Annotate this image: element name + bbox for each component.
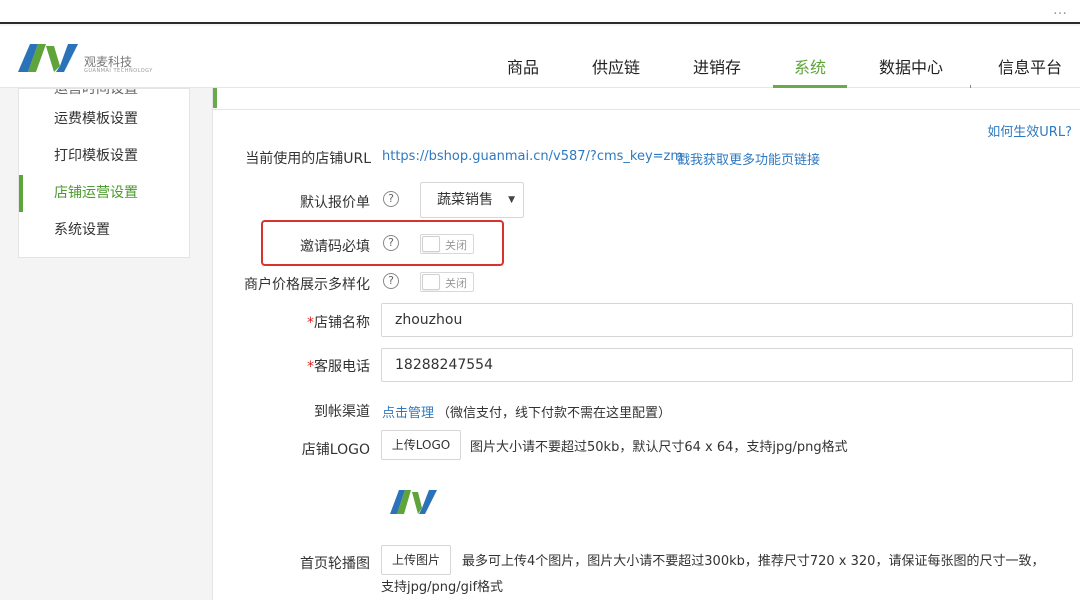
service-phone-label: *客服电话 bbox=[307, 356, 370, 376]
upload-logo-button[interactable]: 上传LOGO bbox=[381, 430, 461, 460]
payment-note: （微信支付，线下付款不需在这里配置） bbox=[437, 406, 672, 421]
window-menu-dots[interactable]: … bbox=[1053, 2, 1068, 18]
settings-panel: 如何生效URL? 当前使用的店铺URL https://bshop.guanma… bbox=[212, 88, 1080, 600]
payment-manage-link[interactable]: 点击管理 bbox=[382, 402, 434, 421]
sidebar-item-print-template[interactable]: 打印模板设置 bbox=[19, 138, 189, 175]
question-circle-icon[interactable]: ? bbox=[383, 191, 399, 207]
store-name-input[interactable]: zhouzhou bbox=[381, 303, 1073, 337]
store-name-label-text: 店铺名称 bbox=[314, 315, 370, 331]
store-url-link[interactable]: https://bshop.guanmai.cn/v587/?cms_key=z… bbox=[382, 149, 683, 164]
help-url-link[interactable]: 如何生效URL? bbox=[987, 121, 1072, 140]
required-mark: * bbox=[307, 315, 314, 331]
sidebar-item-store-operation[interactable]: 店铺运营设置 bbox=[19, 175, 189, 212]
top-header: 观麦科技 GUANMAI TECHNOLOGY 商品 供应链 进销存 系统 数据… bbox=[0, 26, 1080, 103]
sidebar-item-operating-hours[interactable]: 运营时间设置 bbox=[19, 89, 189, 101]
price-display-toggle-text: 关闭 bbox=[445, 277, 467, 290]
price-display-label: 商户价格展示多样化 bbox=[244, 277, 370, 293]
banner-label: 首页轮播图 bbox=[300, 556, 370, 572]
nav-item-info-platform[interactable]: 信息平台 bbox=[996, 54, 1064, 88]
payment-channel-label: 到帐渠道 bbox=[314, 404, 370, 420]
invite-code-toggle[interactable]: 关闭 bbox=[420, 234, 474, 254]
nav-item-inventory[interactable]: 进销存 bbox=[691, 54, 743, 88]
nav-item-data-center[interactable]: 数据中心 bbox=[877, 54, 945, 88]
store-name-label: *店铺名称 bbox=[307, 312, 370, 332]
upload-banner-button[interactable]: 上传图片 bbox=[381, 545, 451, 575]
required-mark: * bbox=[307, 359, 314, 375]
window-top-strip: … bbox=[0, 0, 1080, 24]
invite-code-label: 邀请码必填 bbox=[300, 239, 370, 255]
nav-item-goods[interactable]: 商品 bbox=[506, 54, 540, 88]
settings-sidebar: 运营时间设置 运费模板设置 打印模板设置 店铺运营设置 系统设置 bbox=[18, 88, 190, 258]
default-quote-select[interactable]: 蔬菜销售 ▼ bbox=[420, 182, 524, 218]
nav-item-system[interactable]: 系统 bbox=[773, 54, 847, 88]
question-circle-icon[interactable]: ? bbox=[383, 273, 399, 289]
banner-hint-line2: 支持jpg/png/gif格式 bbox=[381, 580, 504, 595]
sidebar-item-system-settings[interactable]: 系统设置 bbox=[19, 212, 189, 249]
invite-code-toggle-text: 关闭 bbox=[445, 239, 467, 252]
service-phone-label-text: 客服电话 bbox=[314, 359, 370, 375]
panel-top-bar bbox=[213, 88, 1080, 110]
nav-item-supply-chain[interactable]: 供应链 bbox=[590, 54, 642, 88]
store-url-label: 当前使用的店铺URL bbox=[245, 151, 371, 167]
more-links-link[interactable]: 戳我获取更多功能页链接 bbox=[677, 149, 820, 168]
logo-hint: 图片大小请不要超过50kb，默认尺寸64 x 64，支持jpg/png格式 bbox=[470, 440, 848, 455]
store-logo-label: 店铺LOGO bbox=[301, 442, 370, 458]
toggle-knob bbox=[422, 236, 440, 252]
panel-accent-mark bbox=[213, 88, 217, 108]
service-phone-input[interactable]: 18288247554 bbox=[381, 348, 1073, 382]
store-logo-preview-icon bbox=[390, 490, 437, 514]
caret-down-icon: ▼ bbox=[508, 195, 515, 205]
price-display-toggle[interactable]: 关闭 bbox=[420, 272, 474, 292]
sidebar-item-freight-template[interactable]: 运费模板设置 bbox=[19, 101, 189, 138]
default-quote-label: 默认报价单 bbox=[300, 195, 370, 211]
default-quote-value: 蔬菜销售 bbox=[437, 192, 493, 208]
toggle-knob bbox=[422, 274, 440, 290]
question-circle-icon[interactable]: ? bbox=[383, 235, 399, 251]
banner-hint-line1: 最多可上传4个图片，图片大小请不要超过300kb，推荐尺寸720 x 320，请… bbox=[462, 554, 1045, 569]
brand-subtitle: GUANMAI TECHNOLOGY bbox=[84, 68, 153, 74]
